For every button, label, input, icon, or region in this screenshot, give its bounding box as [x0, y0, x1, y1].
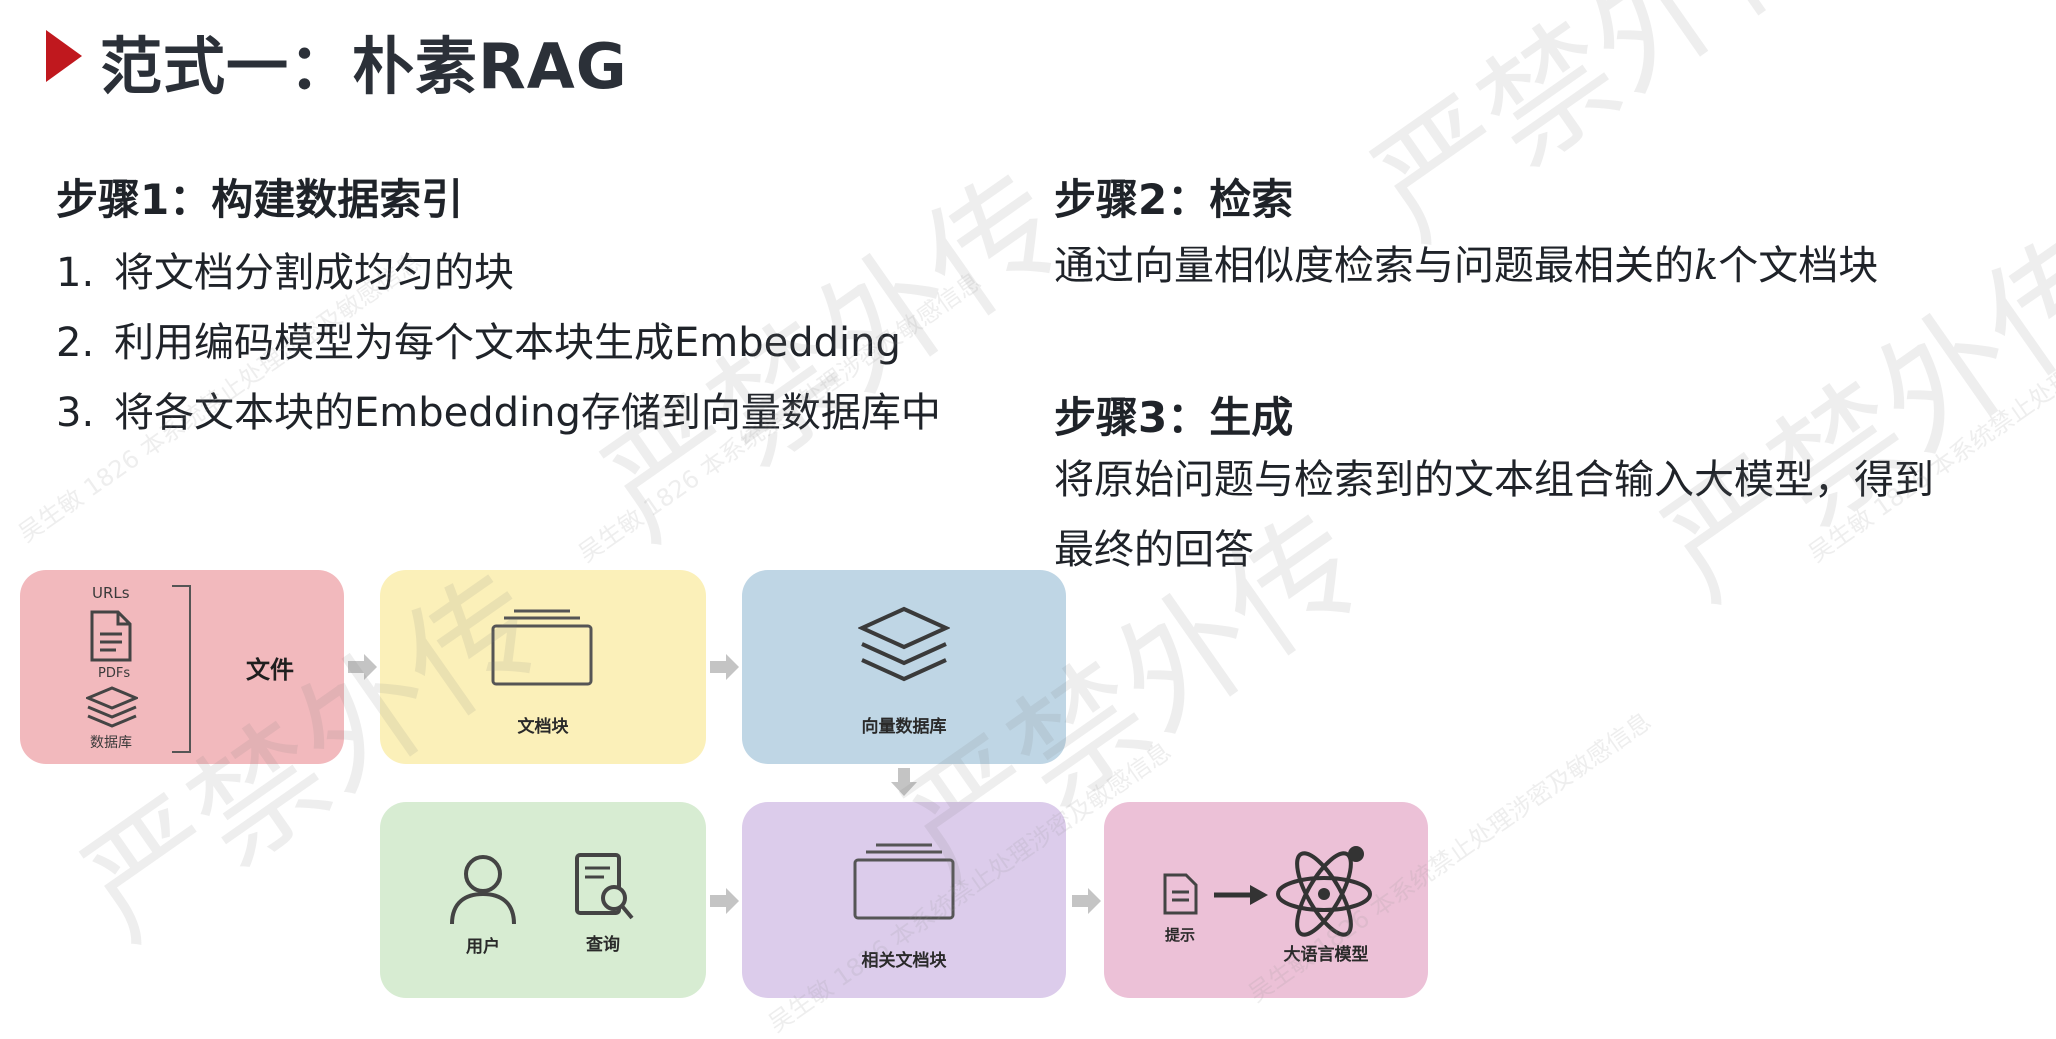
- step1-item-3: 3. 将各文本块的Embedding存储到向量数据库中: [56, 380, 941, 438]
- database-label: 数据库: [90, 735, 132, 751]
- step1-heading: 步骤1：构建数据索引: [56, 175, 464, 224]
- k-variable: k: [1694, 243, 1719, 289]
- pdfs-label: PDFs: [98, 666, 131, 681]
- prompt-label: 提示: [1164, 926, 1195, 944]
- user-query-box: 用户 查询: [380, 802, 706, 998]
- step2-text-after: 个文档块: [1718, 243, 1879, 289]
- watermark: 严禁外传: [1346, 0, 1860, 269]
- step3-line1: 将原始问题与检索到的文本组合输入大模型，得到: [1054, 457, 1934, 503]
- list-text: 将文档分割成均匀的块: [114, 250, 514, 296]
- arrow-right-icon: [1072, 888, 1101, 914]
- step2-text: 通过向量相似度检索与问题最相关的k个文档块: [1054, 240, 1878, 292]
- arrow-right-icon: [710, 888, 739, 914]
- bracket-icon: [172, 585, 191, 753]
- related-chunks-label: 相关文档块: [861, 951, 947, 971]
- atom-llm-icon: [1276, 846, 1372, 937]
- arrow-right-icon: [348, 654, 377, 680]
- documents-box: URLs PDFs 数据库 文件: [20, 570, 344, 764]
- user-icon: [450, 855, 516, 925]
- step2-text-before: 通过向量相似度检索与问题最相关的: [1054, 243, 1694, 289]
- step2-heading: 步骤2：检索: [1054, 175, 1294, 224]
- list-text: 将各文本块的Embedding存储到向量数据库中: [114, 390, 941, 436]
- llm-box: 提示 大语言模型: [1104, 802, 1428, 998]
- prompt-document-icon: [1163, 873, 1198, 915]
- step1-item-1: 1. 将文档分割成均匀的块: [56, 240, 514, 298]
- arrow-to-llm-icon: [1214, 885, 1268, 905]
- user-label: 用户: [466, 937, 500, 957]
- chunks-box: 文档块: [380, 570, 706, 764]
- database-layers-icon: [86, 686, 138, 728]
- query-search-icon: [575, 853, 634, 920]
- related-chunks-box: 相关文档块: [742, 802, 1066, 998]
- page-title: 范式一：朴素RAG: [100, 30, 628, 103]
- documents-label: 文件: [246, 656, 294, 684]
- vector-db-box: 向量数据库: [742, 570, 1066, 764]
- list-number: 3.: [56, 390, 95, 436]
- related-chunks-icon: [853, 843, 955, 920]
- rag-diagram: URLs PDFs 数据库 文件 文档块 向量数据库 用户 查询 相关文档块 提…: [0, 560, 1440, 1020]
- watermark-small: 吴生敏 1826 本系统禁止处理涉密及敏感信息: [1803, 267, 2056, 568]
- arrow-right-icon: [710, 654, 739, 680]
- llm-label: 大语言模型: [1283, 945, 1369, 965]
- list-number: 2.: [56, 320, 95, 366]
- urls-label: URLs: [92, 584, 130, 602]
- query-label: 查询: [586, 935, 620, 955]
- chunks-label: 文档块: [517, 717, 569, 737]
- vector-db-layers-icon: [858, 606, 950, 682]
- list-text: 利用编码模型为每个文本块生成Embedding: [114, 320, 901, 366]
- step1-item-2: 2. 利用编码模型为每个文本块生成Embedding: [56, 310, 901, 368]
- pdf-icon: [90, 610, 132, 662]
- vector-db-label: 向量数据库: [861, 717, 947, 737]
- list-number: 1.: [56, 250, 95, 296]
- step3-heading: 步骤3：生成: [1054, 393, 1294, 442]
- document-chunks-icon: [491, 609, 593, 686]
- title-marker-icon: [46, 30, 82, 82]
- arrow-down-icon: [891, 768, 917, 796]
